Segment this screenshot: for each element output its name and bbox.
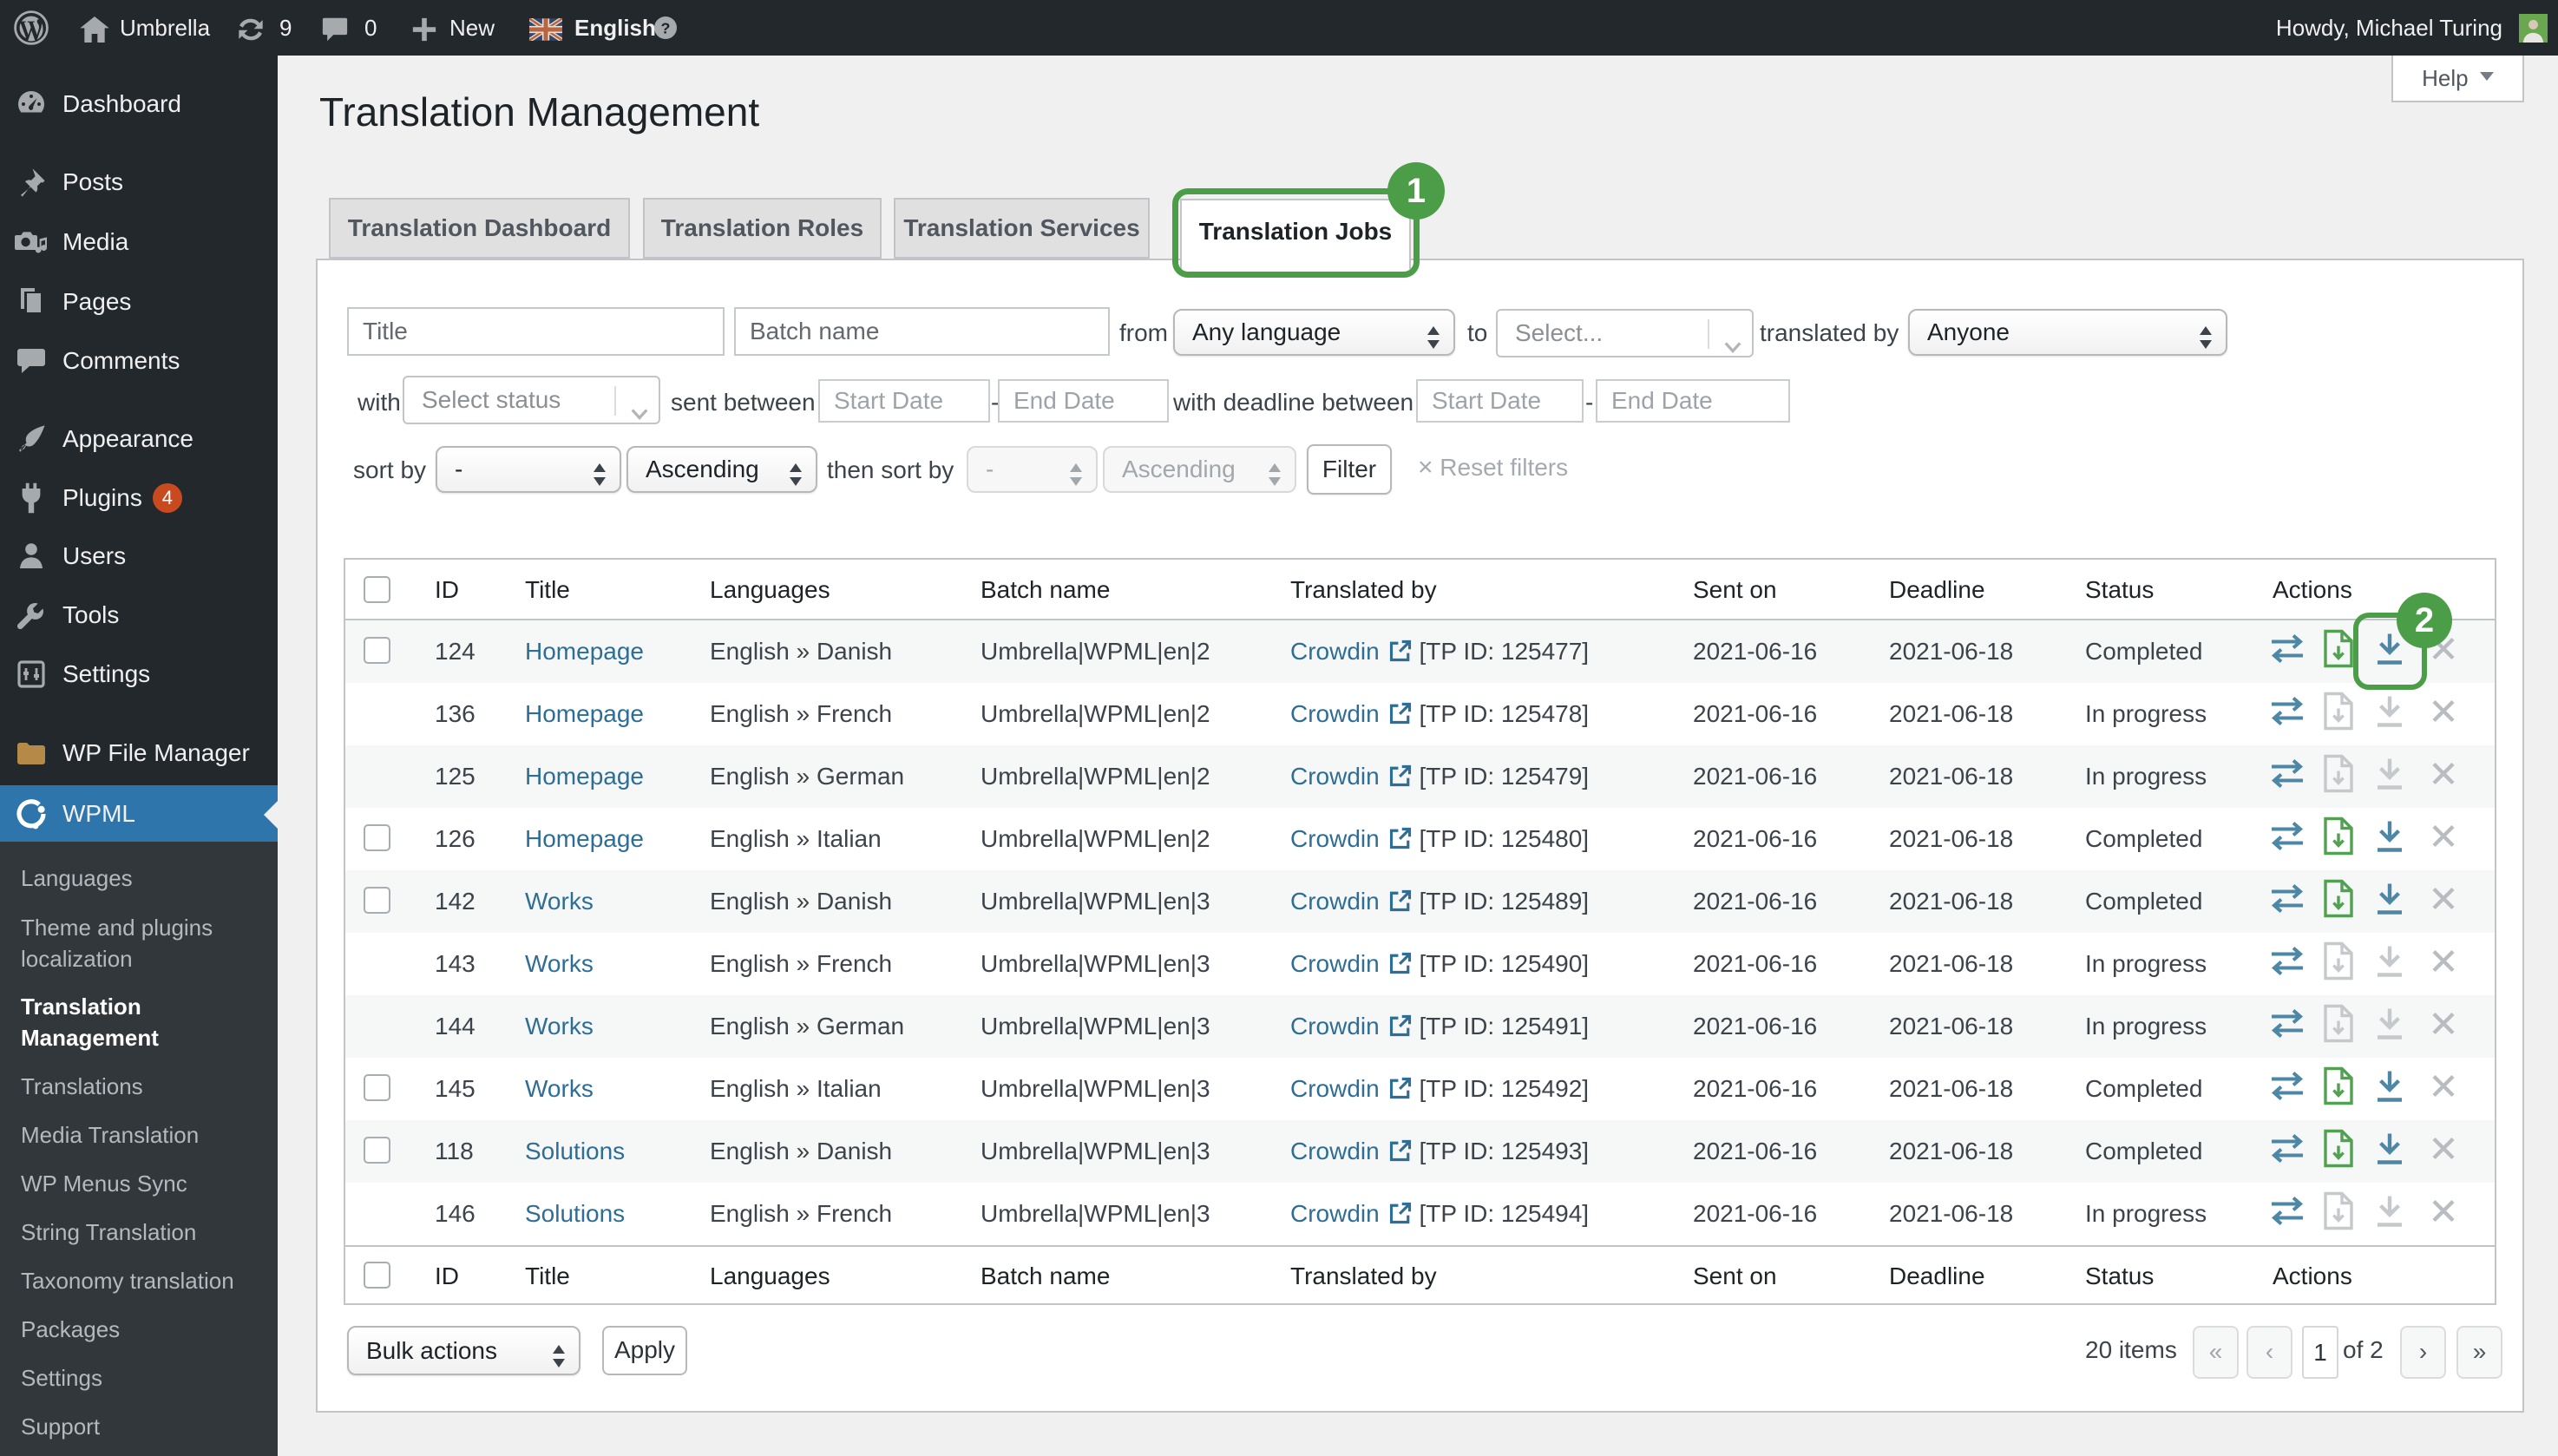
svg-text:?: ? — [661, 20, 671, 37]
